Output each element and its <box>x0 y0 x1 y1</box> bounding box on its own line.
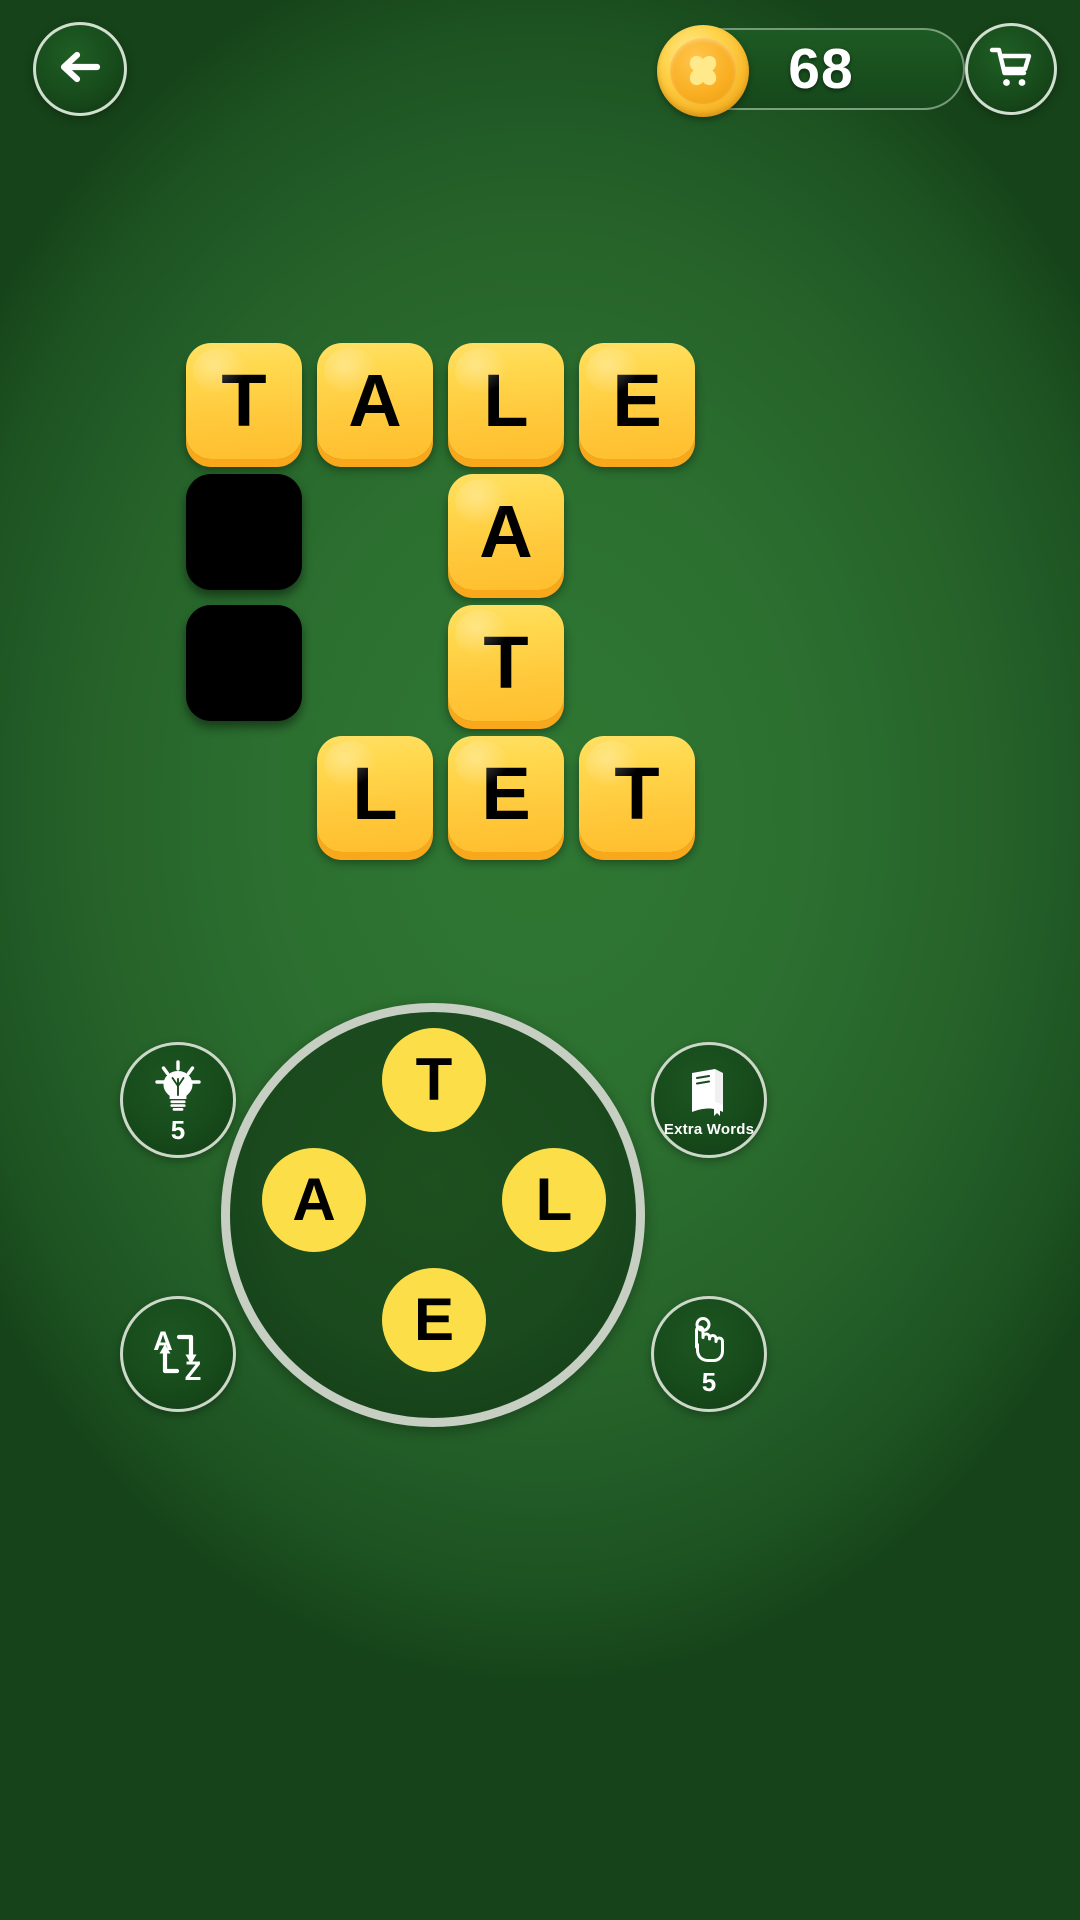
coin-balance-pill[interactable]: 68 <box>657 25 965 117</box>
grid-cell[interactable]: T <box>579 736 695 852</box>
letter-tile[interactable]: T <box>448 605 564 721</box>
wheel-letter-t[interactable]: T <box>382 1028 486 1132</box>
lightbulb-icon <box>150 1058 206 1114</box>
back-button[interactable] <box>33 22 127 116</box>
grid-cell[interactable]: A <box>448 474 564 590</box>
grid-cell[interactable]: L <box>317 736 433 852</box>
tile-letter: A <box>479 490 533 573</box>
wheel-letter-label: E <box>413 1286 455 1353</box>
letter-wheel[interactable]: T A L E <box>221 1003 645 1427</box>
grid-cell[interactable] <box>186 474 302 590</box>
tile-letter: L <box>483 359 529 442</box>
blank-tile[interactable] <box>186 474 302 590</box>
wheel-letter-label: L <box>535 1166 573 1233</box>
tap-hint-button[interactable]: 5 <box>651 1296 767 1412</box>
tile-letter: L <box>352 752 398 835</box>
letter-tile[interactable]: T <box>186 343 302 459</box>
wheel-letter-a[interactable]: A <box>262 1148 366 1252</box>
tile-letter: E <box>481 752 531 835</box>
shop-button[interactable] <box>965 23 1057 115</box>
letter-tile[interactable]: L <box>317 736 433 852</box>
hint-count-label: 5 <box>170 1114 186 1145</box>
game-screen: 68 T A L E A T L E T T A L E 5 Extra Wor… <box>0 0 1080 1920</box>
tile-letter: E <box>612 359 662 442</box>
tile-letter: T <box>614 752 660 835</box>
shuffle-button[interactable]: A Z <box>120 1296 236 1412</box>
top-bar: 68 <box>0 0 1080 160</box>
tile-letter: T <box>483 621 529 704</box>
tap-count-label: 5 <box>701 1366 717 1397</box>
clover-coin-icon <box>657 25 749 117</box>
letter-tile[interactable]: E <box>448 736 564 852</box>
letter-tile[interactable]: A <box>448 474 564 590</box>
letter-tile[interactable]: E <box>579 343 695 459</box>
pointing-hand-icon <box>683 1314 735 1366</box>
letter-tile[interactable]: T <box>579 736 695 852</box>
letter-tile[interactable]: L <box>448 343 564 459</box>
grid-cell[interactable]: T <box>186 343 302 459</box>
grid-cell[interactable]: E <box>448 736 564 852</box>
extra-words-button[interactable]: Extra Words <box>651 1042 767 1158</box>
a-to-z-shuffle-icon: A Z <box>146 1322 210 1386</box>
wheel-letter-l[interactable]: L <box>502 1148 606 1252</box>
grid-cell[interactable]: T <box>448 605 564 721</box>
wheel-letter-label: T <box>415 1046 453 1113</box>
letter-tile[interactable]: A <box>317 343 433 459</box>
grid-cell[interactable]: A <box>317 343 433 459</box>
tile-letter: A <box>348 359 402 442</box>
tile-letter: T <box>221 359 267 442</box>
grid-cell[interactable]: L <box>448 343 564 459</box>
wheel-letter-label: A <box>292 1166 336 1233</box>
grid-cell[interactable]: E <box>579 343 695 459</box>
crossword-grid: T A L E A T L E T <box>186 343 698 853</box>
hint-button[interactable]: 5 <box>120 1042 236 1158</box>
book-icon <box>682 1064 736 1118</box>
shopping-cart-icon <box>986 42 1036 97</box>
wheel-letter-e[interactable]: E <box>382 1268 486 1372</box>
back-arrow-icon <box>54 41 106 98</box>
grid-cell[interactable] <box>186 605 302 721</box>
coin-count-label: 68 <box>788 36 854 101</box>
blank-tile[interactable] <box>186 605 302 721</box>
extra-words-label: Extra Words <box>663 1120 755 1138</box>
